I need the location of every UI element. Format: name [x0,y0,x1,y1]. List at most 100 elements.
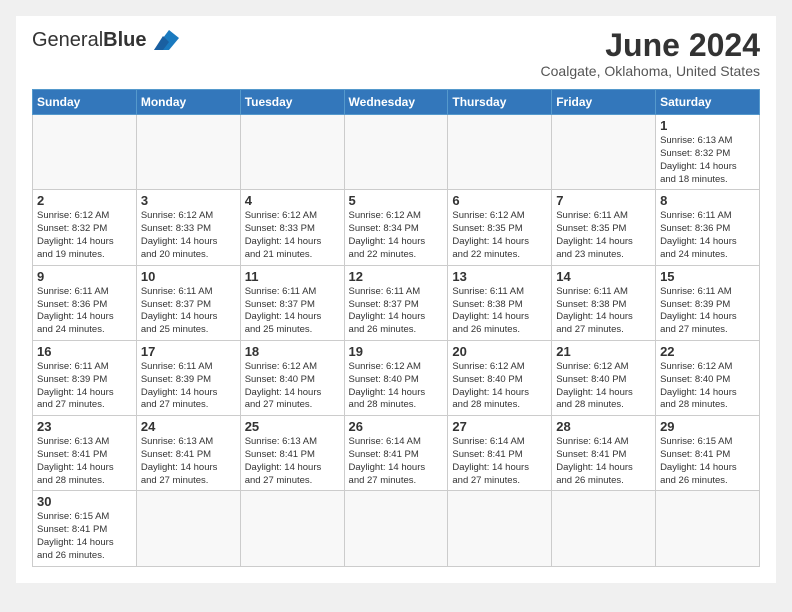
calendar-cell: 12 Sunrise: 6:11 AMSunset: 8:37 PMDayligh… [344,265,448,340]
day-number: 12 [349,269,444,284]
day-info: Sunrise: 6:11 AMSunset: 8:39 PMDaylight:… [37,361,132,412]
day-number: 27 [452,419,547,434]
calendar-cell: 1 Sunrise: 6:13 AMSunset: 8:32 PMDaylight… [656,115,760,190]
day-info: Sunrise: 6:14 AMSunset: 8:41 PMDaylight:… [556,436,651,487]
day-number: 3 [141,193,236,208]
day-info: Sunrise: 6:11 AMSunset: 8:36 PMDaylight:… [660,210,755,261]
week-row-5: 30 Sunrise: 6:15 AMSunset: 8:41 PMDayligh… [33,491,760,566]
day-info: Sunrise: 6:12 AMSunset: 8:33 PMDaylight:… [245,210,340,261]
calendar-cell: 6Sunrise: 6:12 AMSunset: 8:35 PMDaylight… [448,190,552,265]
calendar-cell: 9 Sunrise: 6:11 AMSunset: 8:36 PMDaylight… [33,265,137,340]
weekday-header-friday: Friday [552,90,656,115]
day-number: 20 [452,344,547,359]
day-number: 9 [37,269,132,284]
calendar-cell: 18 Sunrise: 6:12 AMSunset: 8:40 PMDayligh… [240,340,344,415]
week-row-3: 16 Sunrise: 6:11 AMSunset: 8:39 PMDayligh… [33,340,760,415]
day-number: 21 [556,344,651,359]
day-info: Sunrise: 6:12 AMSunset: 8:40 PMDaylight:… [556,361,651,412]
calendar-cell: 11 Sunrise: 6:11 AMSunset: 8:37 PMDayligh… [240,265,344,340]
day-number: 4 [245,193,340,208]
logo-text: GeneralBlue [32,29,147,51]
day-number: 30 [37,494,132,509]
calendar-cell [448,491,552,566]
weekday-header-row: SundayMondayTuesdayWednesdayThursdayFrid… [33,90,760,115]
day-info: Sunrise: 6:11 AMSunset: 8:36 PMDaylight:… [37,286,132,337]
day-number: 26 [349,419,444,434]
calendar-cell [656,491,760,566]
calendar-cell: 10Sunrise: 6:11 AMSunset: 8:37 PMDayligh… [136,265,240,340]
calendar-cell [552,115,656,190]
calendar-cell [240,115,344,190]
day-info: Sunrise: 6:12 AMSunset: 8:40 PMDaylight:… [660,361,755,412]
day-number: 25 [245,419,340,434]
weekday-header-thursday: Thursday [448,90,552,115]
calendar-cell: 26 Sunrise: 6:14 AMSunset: 8:41 PMDayligh… [344,416,448,491]
calendar-cell [448,115,552,190]
day-info: Sunrise: 6:12 AMSunset: 8:32 PMDaylight:… [37,210,132,261]
weekday-header-sunday: Sunday [33,90,137,115]
day-info: Sunrise: 6:14 AMSunset: 8:41 PMDaylight:… [349,436,444,487]
calendar-cell: 3 Sunrise: 6:12 AMSunset: 8:33 PMDaylight… [136,190,240,265]
day-info: Sunrise: 6:12 AMSunset: 8:33 PMDaylight:… [141,210,236,261]
weekday-header-tuesday: Tuesday [240,90,344,115]
calendar-cell: 2 Sunrise: 6:12 AMSunset: 8:32 PMDaylight… [33,190,137,265]
day-info: Sunrise: 6:11 AMSunset: 8:38 PMDaylight:… [452,286,547,337]
calendar-cell [136,491,240,566]
day-number: 5 [349,193,444,208]
day-info: Sunrise: 6:15 AMSunset: 8:41 PMDaylight:… [660,436,755,487]
calendar-cell: 14Sunrise: 6:11 AMSunset: 8:38 PMDayligh… [552,265,656,340]
day-number: 11 [245,269,340,284]
day-info: Sunrise: 6:11 AMSunset: 8:37 PMDaylight:… [245,286,340,337]
day-number: 10 [141,269,236,284]
calendar-cell: 4 Sunrise: 6:12 AMSunset: 8:33 PMDaylight… [240,190,344,265]
calendar-cell: 13Sunrise: 6:11 AMSunset: 8:38 PMDayligh… [448,265,552,340]
day-number: 2 [37,193,132,208]
day-info: Sunrise: 6:12 AMSunset: 8:40 PMDaylight:… [452,361,547,412]
day-info: Sunrise: 6:11 AMSunset: 8:38 PMDaylight:… [556,286,651,337]
calendar-cell [136,115,240,190]
day-number: 18 [245,344,340,359]
day-info: Sunrise: 6:13 AMSunset: 8:32 PMDaylight:… [660,135,755,186]
calendar-cell: 29Sunrise: 6:15 AMSunset: 8:41 PMDayligh… [656,416,760,491]
week-row-1: 2 Sunrise: 6:12 AMSunset: 8:32 PMDaylight… [33,190,760,265]
calendar-cell [240,491,344,566]
logo-icon [149,28,179,52]
day-number: 23 [37,419,132,434]
location: Coalgate, Oklahoma, United States [541,63,760,79]
day-number: 16 [37,344,132,359]
calendar-cell: 23 Sunrise: 6:13 AMSunset: 8:41 PMDayligh… [33,416,137,491]
day-info: Sunrise: 6:11 AMSunset: 8:39 PMDaylight:… [141,361,236,412]
day-number: 19 [349,344,444,359]
calendar-cell: 17 Sunrise: 6:11 AMSunset: 8:39 PMDayligh… [136,340,240,415]
day-info: Sunrise: 6:15 AMSunset: 8:41 PMDaylight:… [37,511,132,562]
calendar-table: SundayMondayTuesdayWednesdayThursdayFrid… [32,89,760,567]
calendar-cell: 8Sunrise: 6:11 AMSunset: 8:36 PMDaylight… [656,190,760,265]
calendar-cell: 20 Sunrise: 6:12 AMSunset: 8:40 PMDayligh… [448,340,552,415]
day-info: Sunrise: 6:12 AMSunset: 8:35 PMDaylight:… [452,210,547,261]
calendar-cell: 27Sunrise: 6:14 AMSunset: 8:41 PMDayligh… [448,416,552,491]
day-info: Sunrise: 6:13 AMSunset: 8:41 PMDaylight:… [245,436,340,487]
day-number: 1 [660,118,755,133]
calendar-cell: 19Sunrise: 6:12 AMSunset: 8:40 PMDayligh… [344,340,448,415]
calendar-cell [552,491,656,566]
day-info: Sunrise: 6:11 AMSunset: 8:37 PMDaylight:… [349,286,444,337]
calendar-cell: 24Sunrise: 6:13 AMSunset: 8:41 PMDayligh… [136,416,240,491]
calendar-cell: 30 Sunrise: 6:15 AMSunset: 8:41 PMDayligh… [33,491,137,566]
day-info: Sunrise: 6:12 AMSunset: 8:34 PMDaylight:… [349,210,444,261]
calendar-cell: 22Sunrise: 6:12 AMSunset: 8:40 PMDayligh… [656,340,760,415]
day-number: 7 [556,193,651,208]
month-title: June 2024 [541,28,760,63]
day-number: 17 [141,344,236,359]
day-info: Sunrise: 6:11 AMSunset: 8:39 PMDaylight:… [660,286,755,337]
calendar-cell: 15Sunrise: 6:11 AMSunset: 8:39 PMDayligh… [656,265,760,340]
logo: GeneralBlue [32,28,179,52]
calendar-cell: 21 Sunrise: 6:12 AMSunset: 8:40 PMDayligh… [552,340,656,415]
calendar-cell [344,491,448,566]
calendar-header: GeneralBlue June 2024 Coalgate, Oklahoma… [32,28,760,79]
calendar-container: GeneralBlue June 2024 Coalgate, Oklahoma… [16,16,776,583]
week-row-2: 9 Sunrise: 6:11 AMSunset: 8:36 PMDaylight… [33,265,760,340]
calendar-cell: 28Sunrise: 6:14 AMSunset: 8:41 PMDayligh… [552,416,656,491]
calendar-tbody: 1 Sunrise: 6:13 AMSunset: 8:32 PMDaylight… [33,115,760,567]
day-info: Sunrise: 6:13 AMSunset: 8:41 PMDaylight:… [37,436,132,487]
day-info: Sunrise: 6:12 AMSunset: 8:40 PMDaylight:… [245,361,340,412]
